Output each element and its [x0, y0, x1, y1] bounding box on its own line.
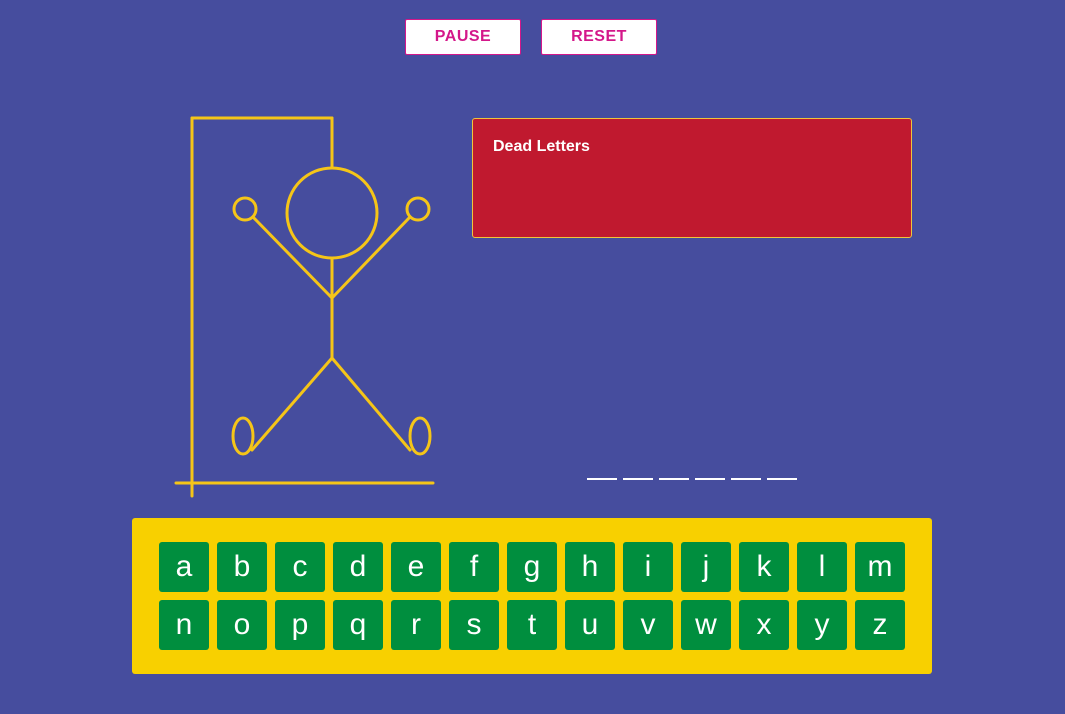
figure-left-foot — [231, 416, 255, 456]
letter-key-z[interactable]: z — [855, 600, 905, 650]
letter-key-l[interactable]: l — [797, 542, 847, 592]
word-slot — [731, 462, 761, 480]
word-slot — [587, 462, 617, 480]
reset-button[interactable]: RESET — [541, 19, 657, 55]
word-slot — [623, 462, 653, 480]
letter-key-m[interactable]: m — [855, 542, 905, 592]
figure-right-foot — [408, 416, 432, 456]
letter-key-s[interactable]: s — [449, 600, 499, 650]
letter-key-r[interactable]: r — [391, 600, 441, 650]
letter-keyboard: abcdefghijklm nopqrstuvwxyz — [132, 518, 932, 674]
letter-key-n[interactable]: n — [159, 600, 209, 650]
letter-key-y[interactable]: y — [797, 600, 847, 650]
letter-key-w[interactable]: w — [681, 600, 731, 650]
figure-left-leg — [250, 356, 334, 452]
letter-key-c[interactable]: c — [275, 542, 325, 592]
letter-key-p[interactable]: p — [275, 600, 325, 650]
letter-key-d[interactable]: d — [333, 542, 383, 592]
letter-key-h[interactable]: h — [565, 542, 615, 592]
word-slot — [695, 462, 725, 480]
letter-key-k[interactable]: k — [739, 542, 789, 592]
figure-head — [285, 166, 379, 260]
letter-key-x[interactable]: x — [739, 600, 789, 650]
letter-key-b[interactable]: b — [217, 542, 267, 592]
letter-key-g[interactable]: g — [507, 542, 557, 592]
letter-key-o[interactable]: o — [217, 600, 267, 650]
letter-key-a[interactable]: a — [159, 542, 209, 592]
letter-key-j[interactable]: j — [681, 542, 731, 592]
dead-letters-panel: Dead Letters — [472, 118, 912, 238]
figure-left-hand — [232, 196, 258, 222]
word-slots — [587, 462, 797, 480]
letter-key-f[interactable]: f — [449, 542, 499, 592]
letter-key-e[interactable]: e — [391, 542, 441, 592]
keyboard-row-1: abcdefghijklm — [159, 542, 905, 592]
letter-key-u[interactable]: u — [565, 600, 615, 650]
figure-right-hand — [405, 196, 431, 222]
dead-letters-title: Dead Letters — [493, 138, 590, 155]
letter-key-i[interactable]: i — [623, 542, 673, 592]
figure-right-leg — [330, 356, 412, 452]
word-slot — [659, 462, 689, 480]
letter-key-t[interactable]: t — [507, 600, 557, 650]
keyboard-row-2: nopqrstuvwxyz — [159, 600, 905, 650]
letter-key-q[interactable]: q — [333, 600, 383, 650]
word-slot — [767, 462, 797, 480]
hangman-drawing — [174, 116, 435, 498]
letter-key-v[interactable]: v — [623, 600, 673, 650]
